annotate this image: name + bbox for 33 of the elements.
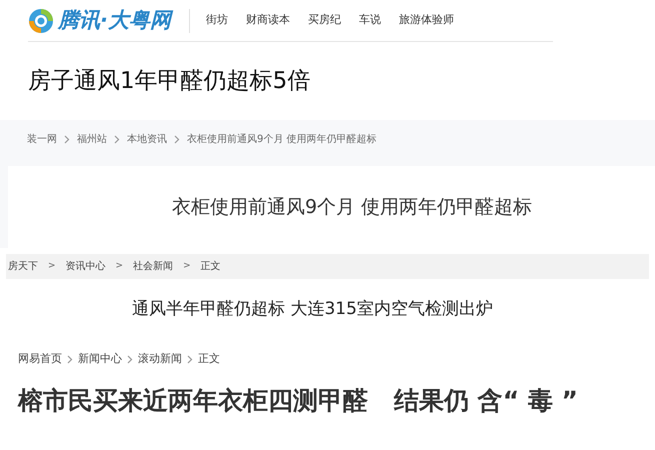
breadcrumb-link[interactable]: 社会新闻 xyxy=(133,259,174,274)
nav-link[interactable]: 车说 xyxy=(358,12,381,29)
article-title: 榕市民买来近两年衣柜四测甲醛 xyxy=(18,385,368,417)
breadcrumb-link[interactable]: 房天下 xyxy=(8,259,38,274)
breadcrumb-separator: > xyxy=(183,260,191,273)
breadcrumb-link[interactable]: 滚动新闻 xyxy=(138,350,182,368)
breadcrumb-link[interactable]: 新闻中心 xyxy=(78,350,122,368)
chevron-icon xyxy=(67,354,73,364)
breadcrumb-separator: > xyxy=(48,260,56,273)
chevron-icon xyxy=(187,354,193,364)
nav-link[interactable]: 旅游体验师 xyxy=(398,12,454,29)
chevron-icon xyxy=(174,134,180,144)
nav-link[interactable]: 街坊 xyxy=(206,12,228,29)
nav-link[interactable]: 买房纪 xyxy=(308,12,341,29)
breadcrumb-link[interactable]: 本地资讯 xyxy=(127,132,167,146)
breadcrumb-link[interactable]: 网易首页 xyxy=(18,350,62,368)
breadcrumb-separator: > xyxy=(116,260,124,273)
chevron-icon xyxy=(114,134,120,144)
chevron-icon xyxy=(127,354,133,364)
article-title: 房子通风1年甲醛仍超标5倍 xyxy=(28,66,310,96)
breadcrumb-link[interactable]: 正文 xyxy=(200,259,221,274)
nav-link[interactable]: 财商读本 xyxy=(246,12,290,29)
breadcrumb-link[interactable]: 资讯中心 xyxy=(66,259,106,274)
article-title: 衣柜使用前通风9个月 使用两年仍甲醛超标 xyxy=(172,194,532,220)
breadcrumb-link[interactable]: 装一网 xyxy=(27,132,57,146)
chevron-icon xyxy=(64,134,70,144)
logo-icon xyxy=(28,8,54,34)
article-title: 结果仍 含“ 毒 ” xyxy=(394,385,578,417)
article-title: 通风半年甲醛仍超标 大连315室内空气检测出炉 xyxy=(132,298,493,321)
breadcrumb-link[interactable]: 正文 xyxy=(198,350,220,368)
breadcrumb-link[interactable]: 福州站 xyxy=(77,132,107,146)
breadcrumb-link[interactable]: 衣柜使用前通风9个月 使用两年仍甲醛超标 xyxy=(187,132,377,146)
site-logo-text: 腾讯·大粤网 xyxy=(58,4,171,36)
